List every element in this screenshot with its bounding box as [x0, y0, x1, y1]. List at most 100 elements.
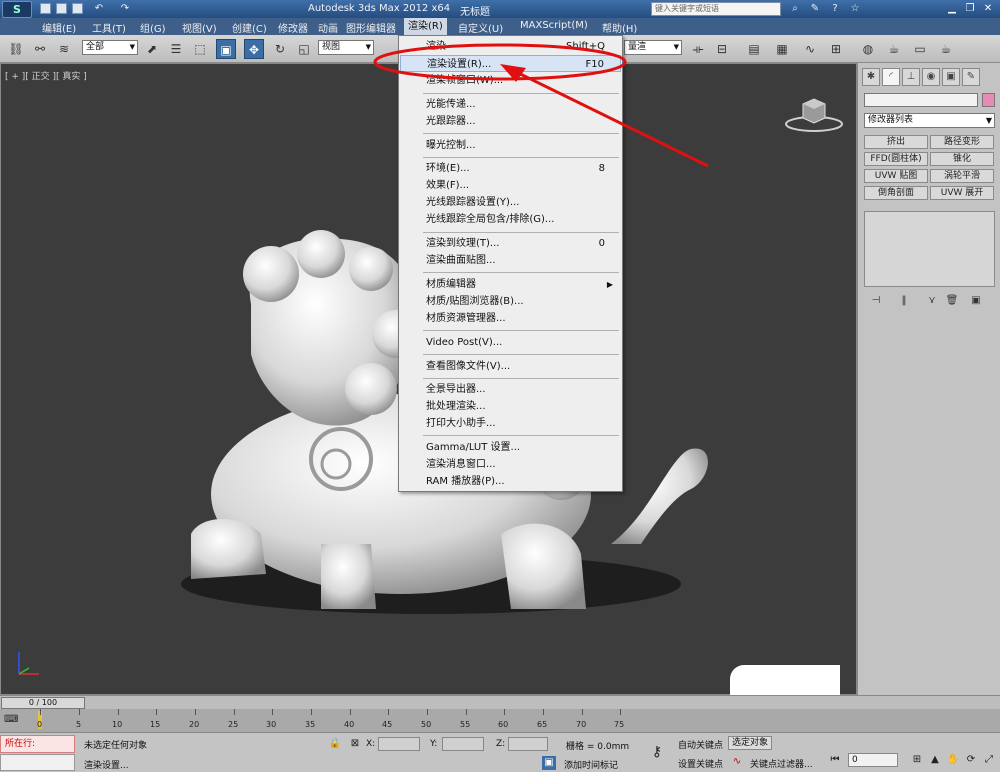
pan-icon[interactable]: ✋ — [946, 753, 960, 767]
menu-item-render-to-texture[interactable]: 渲染到纹理(T)... 0 — [400, 235, 621, 252]
z-coordinate-field[interactable] — [508, 737, 548, 751]
reference-coord-select[interactable]: 视图 ▼ — [318, 40, 374, 55]
key-icon[interactable]: ⚷ — [650, 745, 664, 759]
absolute-mode-icon[interactable]: ⊠ — [348, 737, 362, 751]
y-coordinate-field[interactable] — [442, 737, 484, 751]
select-object-icon[interactable]: ⬈ — [142, 39, 162, 59]
viewcube-icon[interactable] — [783, 94, 845, 134]
new-file-icon[interactable] — [40, 3, 51, 14]
x-coordinate-field[interactable] — [378, 737, 420, 751]
menu-item-raytracer-settings[interactable]: 光线跟踪器设置(Y)... — [400, 194, 621, 211]
time-tag-icon[interactable]: ▣ — [542, 756, 556, 770]
rendered-frame-window-icon[interactable]: ▭ — [910, 39, 930, 59]
ffd-cyl-button[interactable]: FFD(圆柱体) — [864, 152, 928, 166]
menu-views[interactable]: 视图(V) — [180, 20, 219, 35]
lock-selection-icon[interactable]: 🔒 — [328, 737, 342, 751]
menu-item-render[interactable]: 渲染 Shift+Q — [400, 38, 621, 55]
link-icon[interactable]: ⛓ — [6, 39, 26, 59]
undo-icon[interactable]: ↶ — [92, 2, 106, 16]
unwrap-uvw-button[interactable]: UVW 展开 — [930, 186, 994, 200]
menu-tools[interactable]: 工具(T) — [90, 20, 128, 35]
mini-curve-editor-icon[interactable]: ⌨ — [4, 713, 18, 727]
menu-item-batch-render[interactable]: 批处理渲染... — [400, 398, 621, 415]
menu-item-exposure-control[interactable]: 曝光控制... — [400, 137, 621, 154]
path-deform-button[interactable]: 路径变形 — [930, 135, 994, 149]
maximize-viewport-icon[interactable]: ⤢ — [982, 753, 996, 767]
maximize-button[interactable]: ❐ — [962, 1, 978, 16]
menu-item-effects[interactable]: 效果(F)... — [400, 177, 621, 194]
menu-item-panorama-exporter[interactable]: 全景导出器... — [400, 381, 621, 398]
layer-manager-icon[interactable]: ▤ — [744, 39, 764, 59]
menu-item-raytrace-include-exclude[interactable]: 光线跟踪全局包含/排除(G)... — [400, 211, 621, 228]
menu-maxscript[interactable]: MAXScript(M) — [518, 20, 590, 31]
menu-item-view-image-file[interactable]: 查看图像文件(V)... — [400, 358, 621, 375]
utilities-tab-icon[interactable]: ✎ — [962, 68, 980, 86]
menu-graph-editors[interactable]: 图形编辑器 — [344, 20, 398, 35]
menu-item-ram-player[interactable]: RAM 播放器(P)... — [400, 473, 621, 490]
schematic-view-icon[interactable]: ⊞ — [826, 39, 846, 59]
hierarchy-tab-icon[interactable]: ⊥ — [902, 68, 920, 86]
selected-dropdown[interactable]: 选定对象 — [728, 736, 772, 750]
selection-filter-select[interactable]: 全部 ▼ — [82, 40, 138, 55]
menu-item-gamma-lut[interactable]: Gamma/LUT 设置... — [400, 439, 621, 456]
show-end-result-icon[interactable]: ‖ — [896, 293, 912, 309]
configure-sets-icon[interactable]: ▣ — [968, 293, 984, 309]
viewport-label[interactable]: [ + ][ 正交 ][ 真实 ] — [5, 69, 87, 82]
rect-selection-icon[interactable]: ⬚ — [190, 39, 210, 59]
menu-item-environment[interactable]: 环境(E)... 8 — [400, 160, 621, 177]
menu-item-render-setup[interactable]: 渲染设置(R)... F10 — [400, 55, 621, 72]
time-slider-thumb[interactable]: 0 / 100 — [1, 697, 85, 709]
menu-customize[interactable]: 自定义(U) — [456, 20, 505, 35]
modifier-stack[interactable] — [864, 211, 995, 287]
bind-space-warp-icon[interactable]: ≋ — [54, 39, 74, 59]
maxscript-listener[interactable]: 所在行: — [0, 735, 75, 753]
extrude-button[interactable]: 挤出 — [864, 135, 928, 149]
menu-item-render-message-window[interactable]: 渲染消息窗口... — [400, 456, 621, 473]
object-color-swatch[interactable] — [982, 93, 995, 107]
menu-item-material-explorer[interactable]: 材质资源管理器... — [400, 310, 621, 327]
menu-item-radiosity[interactable]: 光能传递... — [400, 96, 621, 113]
menu-item-light-tracer[interactable]: 光跟踪器... — [400, 113, 621, 130]
track-bar[interactable]: ⌨ 0 5 10 15 20 25 30 35 40 45 50 55 60 6… — [0, 709, 1000, 732]
set-key-button[interactable]: 设置关键点 — [678, 757, 723, 770]
menu-item-material-browser[interactable]: 材质/贴图浏览器(B)... — [400, 293, 621, 310]
display-tab-icon[interactable]: ▣ — [942, 68, 960, 86]
save-file-icon[interactable] — [72, 3, 83, 14]
make-unique-icon[interactable]: ⋎ — [924, 293, 940, 309]
help-icon[interactable]: ? — [828, 2, 842, 16]
redo-icon[interactable]: ↷ — [118, 2, 132, 16]
create-tab-icon[interactable]: ✱ — [862, 68, 880, 86]
ribbon-icon[interactable]: ▦ — [772, 39, 792, 59]
object-name-field[interactable] — [864, 93, 978, 107]
search-input[interactable]: 键入关键字或短语 — [651, 2, 781, 16]
menu-help[interactable]: 帮助(H) — [600, 20, 639, 35]
maxscript-output[interactable] — [0, 754, 75, 771]
close-button[interactable]: ✕ — [980, 1, 996, 16]
align-icon[interactable]: ⊟ — [712, 39, 732, 59]
mirror-icon[interactable]: ⟛ — [688, 39, 708, 59]
select-by-name-icon[interactable]: ☰ — [166, 39, 186, 59]
remove-modifier-icon[interactable]: 🗑 — [944, 293, 960, 309]
field-of-view-icon[interactable]: ▲ — [928, 753, 942, 767]
menu-item-video-post[interactable]: Video Post(V)... — [400, 334, 621, 351]
menu-modifiers[interactable]: 修改器 — [276, 20, 310, 35]
render-preset-select[interactable]: 量渲 ▼ — [624, 40, 682, 55]
unlink-icon[interactable]: ⚯ — [30, 39, 50, 59]
menu-item-material-editor[interactable]: 材质编辑器 ▶ — [400, 276, 621, 293]
modify-tab-icon[interactable]: ◜ — [882, 68, 900, 86]
minimize-button[interactable]: ▁ — [944, 1, 960, 16]
app-logo-icon[interactable]: S — [2, 1, 32, 18]
curve-editor-icon[interactable]: ∿ — [800, 39, 820, 59]
rotate-icon[interactable]: ↻ — [270, 39, 290, 59]
auto-key-button[interactable]: 自动关键点 — [678, 738, 723, 751]
pin-stack-icon[interactable]: ⊣ — [868, 293, 884, 309]
move-icon[interactable]: ✥ — [244, 39, 264, 59]
menu-edit[interactable]: 编辑(E) — [40, 20, 78, 35]
add-time-tag-label[interactable]: 添加时间标记 — [564, 758, 618, 771]
material-editor-icon[interactable]: ◍ — [858, 39, 878, 59]
tools-icon[interactable]: ✎ — [808, 2, 822, 16]
menu-item-rendered-frame-window[interactable]: 渲染帧窗口(W)... — [400, 72, 621, 89]
menu-create[interactable]: 创建(C) — [230, 20, 269, 35]
render-setup-icon[interactable]: ☕ — [884, 39, 904, 59]
render-production-icon[interactable]: ☕ — [936, 39, 956, 59]
